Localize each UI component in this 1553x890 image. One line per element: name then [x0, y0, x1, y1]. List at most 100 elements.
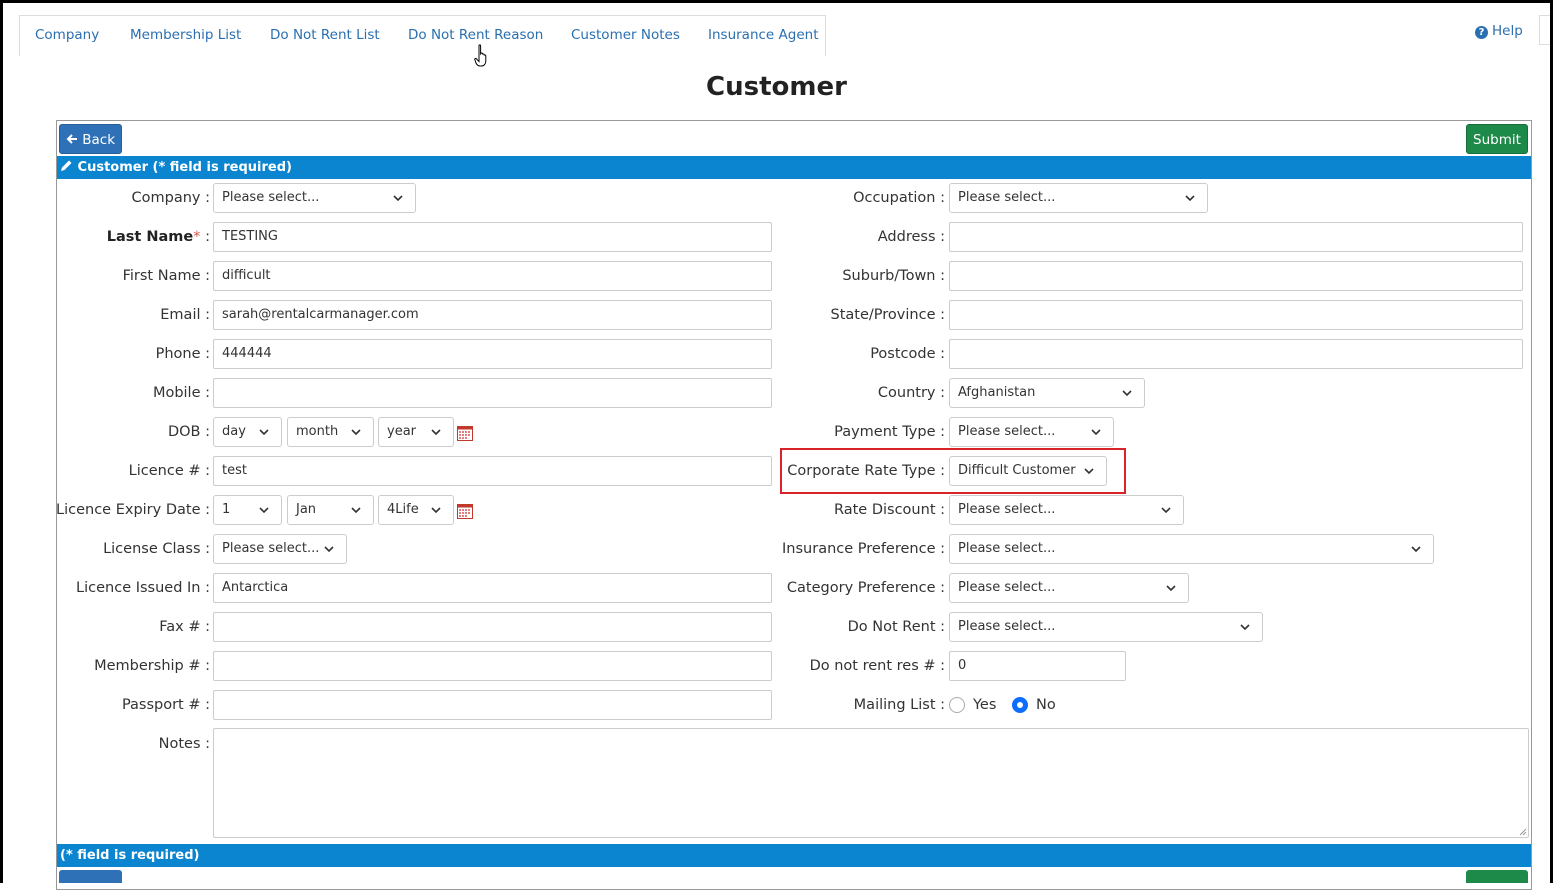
phone-label: Phone :	[155, 346, 210, 362]
country-label: Country :	[877, 385, 945, 401]
do-not-rent-res-input[interactable]: 0	[949, 651, 1126, 681]
top-nav: Company Membership List Do Not Rent List…	[19, 15, 826, 56]
occupation-select[interactable]: Please select...	[949, 183, 1208, 213]
fax-input[interactable]	[213, 612, 772, 642]
mailing-list-label: Mailing List :	[853, 697, 945, 713]
suburb-input[interactable]	[949, 261, 1523, 291]
license-class-select[interactable]: Please select...	[213, 534, 347, 564]
chevron-down-icon	[324, 546, 334, 553]
chevron-down-icon	[351, 429, 361, 436]
section-header-text: Customer (* field is required)	[77, 160, 292, 175]
last-name-label: Last Name* :	[107, 222, 210, 252]
company-select[interactable]: Please select...	[213, 183, 416, 213]
chevron-down-icon	[1084, 468, 1094, 475]
company-label: Company :	[131, 190, 210, 206]
chevron-down-icon	[259, 507, 269, 514]
payment-type-value: Please select...	[958, 424, 1056, 439]
mailing-list-no-label: No	[1036, 697, 1056, 713]
occupation-label: Occupation :	[853, 190, 945, 206]
resize-grip-icon[interactable]	[1518, 827, 1527, 836]
help-label: Help	[1492, 23, 1523, 39]
tab-membership-list[interactable]: Membership List	[130, 27, 241, 43]
bottom-submit-button[interactable]	[1466, 870, 1528, 883]
chevron-down-icon	[393, 195, 403, 202]
first-name-label: First Name :	[122, 268, 210, 284]
do-not-rent-res-label: Do not rent res # :	[809, 658, 945, 674]
corporate-rate-select[interactable]: Difficult Customer	[949, 456, 1107, 486]
back-button[interactable]: Back	[59, 124, 122, 154]
chevron-down-icon	[1411, 546, 1421, 553]
license-class-value: Please select...	[222, 541, 320, 556]
payment-type-label: Payment Type :	[834, 424, 945, 440]
calendar-icon[interactable]	[457, 425, 473, 441]
last-name-label-text: Last Name	[106, 229, 194, 245]
licence-input[interactable]: test	[213, 456, 772, 486]
membership-input[interactable]	[213, 651, 772, 681]
expiry-day-select[interactable]: 1	[213, 495, 282, 525]
chevron-down-icon	[1122, 390, 1132, 397]
address-input[interactable]	[949, 222, 1523, 252]
expiry-month-select[interactable]: Jan	[287, 495, 374, 525]
calendar-icon[interactable]	[457, 503, 473, 519]
tab-company[interactable]: Company	[35, 27, 99, 43]
category-pref-select[interactable]: Please select...	[949, 573, 1189, 603]
last-name-input[interactable]: TESTING	[213, 222, 772, 252]
passport-label: Passport # :	[121, 697, 210, 713]
country-value: Afghanistan	[958, 385, 1036, 400]
chevron-down-icon	[1091, 429, 1101, 436]
expiry-year-select[interactable]: 4Life	[378, 495, 454, 525]
passport-input[interactable]	[213, 690, 772, 720]
membership-label: Membership # :	[94, 658, 210, 674]
rate-discount-value: Please select...	[958, 502, 1056, 517]
required-marker: *	[193, 229, 201, 245]
notes-label: Notes :	[158, 736, 210, 752]
notes-textarea[interactable]	[213, 728, 1529, 838]
tab-insurance-agent[interactable]: Insurance Agent	[708, 27, 819, 43]
postcode-input[interactable]	[949, 339, 1523, 369]
rate-discount-select[interactable]: Please select...	[949, 495, 1184, 525]
submit-button[interactable]: Submit	[1466, 124, 1528, 154]
licence-issued-label: Licence Issued In :	[76, 580, 210, 596]
chevron-down-icon	[259, 429, 269, 436]
do-not-rent-label: Do Not Rent :	[847, 619, 945, 635]
dob-year-select[interactable]: year	[378, 417, 454, 447]
dob-label: DOB :	[167, 424, 210, 440]
tab-do-not-rent-reason[interactable]: Do Not Rent Reason	[408, 27, 543, 43]
expiry-year-value: 4Life	[387, 502, 419, 517]
dob-day-select[interactable]: day	[213, 417, 282, 447]
insurance-pref-label: Insurance Preference :	[782, 541, 945, 557]
arrow-left-icon	[66, 134, 77, 144]
chevron-down-icon	[1166, 585, 1176, 592]
state-input[interactable]	[949, 300, 1523, 330]
fax-label: Fax # :	[159, 619, 210, 635]
hand-cursor-icon	[474, 44, 487, 67]
mailing-list-no-radio[interactable]	[1012, 697, 1028, 713]
mailing-list-yes-radio[interactable]	[949, 697, 965, 713]
first-name-input[interactable]: difficult	[213, 261, 772, 291]
chevron-down-icon	[431, 507, 441, 514]
category-pref-label: Category Preference :	[786, 580, 945, 596]
tab-do-not-rent-list[interactable]: Do Not Rent List	[270, 27, 380, 43]
mobile-input[interactable]	[213, 378, 772, 408]
corporate-rate-label: Corporate Rate Type :	[787, 463, 945, 479]
license-class-label: License Class :	[103, 541, 210, 557]
phone-input[interactable]: 444444	[213, 339, 772, 369]
tab-customer-notes[interactable]: Customer Notes	[571, 27, 680, 43]
insurance-pref-select[interactable]: Please select...	[949, 534, 1434, 564]
back-label: Back	[82, 132, 116, 148]
help-link[interactable]: ? Help	[1475, 23, 1523, 39]
payment-type-select[interactable]: Please select...	[949, 417, 1114, 447]
licence-expiry-label: Licence Expiry Date :	[56, 502, 210, 518]
licence-label: Licence # :	[128, 463, 210, 479]
bottom-back-button[interactable]	[59, 870, 122, 883]
licence-issued-input[interactable]: Antarctica	[213, 573, 772, 603]
dob-day-value: day	[222, 424, 246, 439]
do-not-rent-select[interactable]: Please select...	[949, 612, 1263, 642]
mobile-label: Mobile :	[152, 385, 210, 401]
email-input[interactable]: sarah@rentalcarmanager.com	[213, 300, 772, 330]
dob-month-value: month	[296, 424, 339, 439]
country-select[interactable]: Afghanistan	[949, 378, 1145, 408]
dob-month-select[interactable]: month	[287, 417, 374, 447]
page-title: Customer	[706, 72, 847, 102]
address-label: Address :	[877, 229, 945, 245]
